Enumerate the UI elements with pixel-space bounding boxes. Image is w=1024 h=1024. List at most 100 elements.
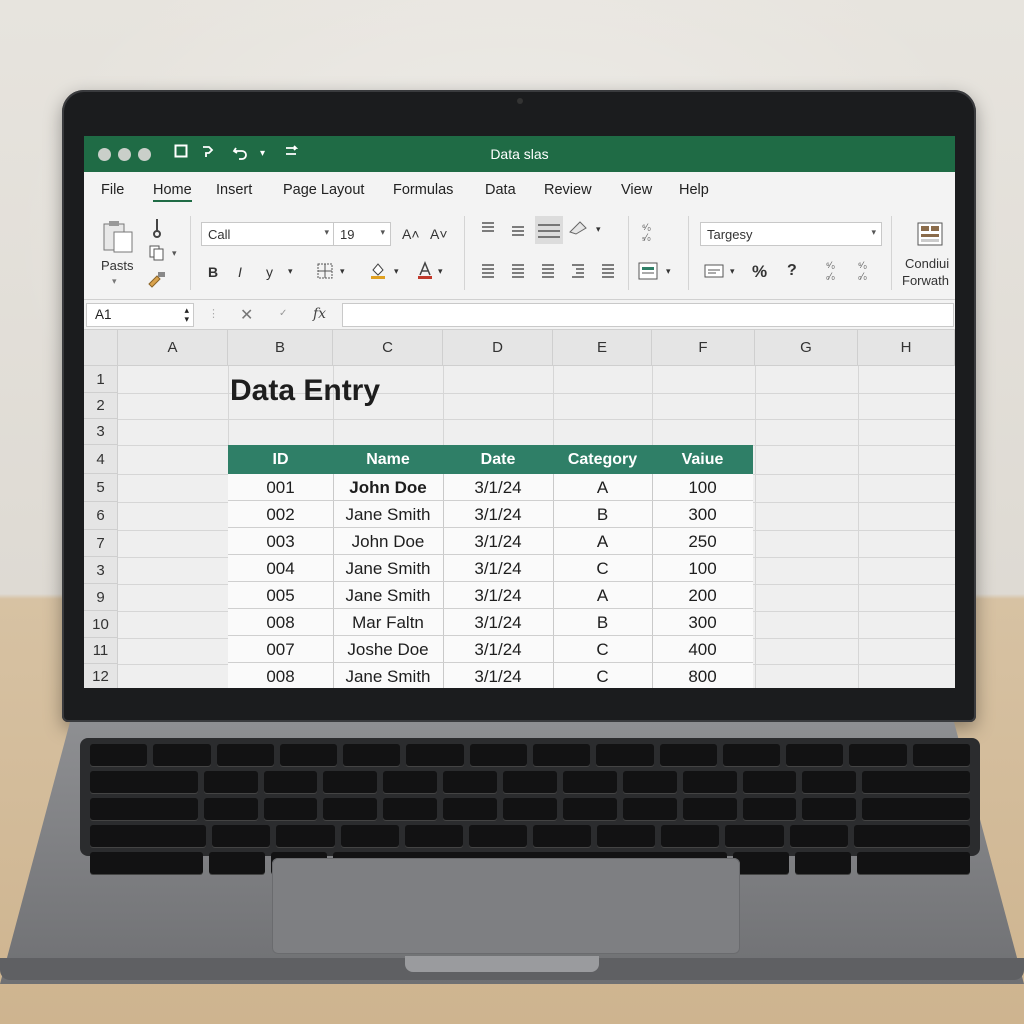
cell-date[interactable]: 3/1/24 bbox=[443, 663, 553, 688]
align-left-icon[interactable] bbox=[480, 262, 496, 281]
orientation-dropdown-icon[interactable]: ▾ bbox=[596, 224, 601, 235]
row-header-4[interactable]: 4 bbox=[84, 445, 118, 474]
keyboard-key[interactable] bbox=[722, 744, 781, 766]
cell-category[interactable]: A bbox=[553, 582, 652, 609]
comma-style-button[interactable]: ? bbox=[787, 262, 797, 280]
keyboard-key[interactable] bbox=[533, 825, 592, 847]
wrap-text-icon[interactable]: ⁶⁄₀ ₅⁄₀ bbox=[642, 222, 651, 242]
keyboard-key[interactable] bbox=[90, 825, 207, 847]
row-header-9[interactable]: 9 bbox=[84, 584, 118, 611]
keyboard-key[interactable] bbox=[682, 771, 737, 793]
tab-formulas[interactable]: Formulas bbox=[393, 182, 453, 198]
tab-help[interactable]: Help bbox=[679, 182, 709, 198]
keyboard-key[interactable] bbox=[383, 798, 438, 820]
keyboard-key[interactable] bbox=[323, 771, 378, 793]
column-header-e[interactable]: E bbox=[553, 330, 652, 366]
name-box[interactable]: A1 ▴ ▾ bbox=[86, 303, 194, 327]
cell-id[interactable]: 005 bbox=[228, 582, 333, 609]
increase-indent-icon[interactable] bbox=[600, 262, 616, 281]
cell-category[interactable]: A bbox=[553, 474, 652, 501]
keyboard-key[interactable] bbox=[596, 744, 654, 766]
keyboard-key[interactable] bbox=[725, 825, 784, 847]
paste-dropdown-icon[interactable]: ▾ bbox=[112, 276, 117, 287]
cell-id[interactable]: 008 bbox=[228, 609, 333, 636]
column-header-a[interactable]: A bbox=[118, 330, 228, 366]
cell-name[interactable]: Jane Smith bbox=[333, 555, 443, 582]
decrease-indent-icon[interactable] bbox=[570, 262, 586, 281]
keyboard-key[interactable] bbox=[468, 825, 527, 847]
cell-name[interactable]: John Doe bbox=[333, 528, 443, 555]
keyboard-key[interactable] bbox=[276, 825, 335, 847]
keyboard-key[interactable] bbox=[443, 798, 498, 820]
keyboard-key[interactable] bbox=[203, 798, 258, 820]
cell-category[interactable]: C bbox=[553, 663, 652, 688]
select-all-corner[interactable] bbox=[84, 330, 118, 366]
borders-dropdown-icon[interactable]: ▾ bbox=[340, 266, 345, 277]
keyboard-key[interactable] bbox=[802, 798, 857, 820]
cell-category[interactable]: A bbox=[553, 528, 652, 555]
keyboard-key[interactable] bbox=[279, 744, 338, 766]
keyboard-key[interactable] bbox=[443, 771, 498, 793]
formula-input[interactable] bbox=[342, 303, 954, 327]
tab-file[interactable]: File bbox=[101, 182, 124, 198]
cell-value[interactable]: 250 bbox=[652, 528, 753, 555]
keyboard-key[interactable] bbox=[742, 771, 797, 793]
column-header-d[interactable]: D bbox=[443, 330, 553, 366]
fill-color-icon[interactable] bbox=[369, 260, 387, 283]
cell-value[interactable]: 300 bbox=[652, 501, 753, 528]
column-header-b[interactable]: B bbox=[228, 330, 333, 366]
font-size-select[interactable]: 19 ▾ bbox=[333, 222, 391, 246]
table-header-value[interactable]: Vaiue bbox=[652, 445, 753, 474]
font-color-icon[interactable] bbox=[416, 260, 434, 283]
cell-value[interactable]: 100 bbox=[652, 555, 753, 582]
number-format-select[interactable]: Targesy ▾ bbox=[700, 222, 882, 246]
keyboard-key[interactable] bbox=[383, 771, 438, 793]
orientation-icon[interactable] bbox=[568, 220, 588, 239]
cell-id[interactable]: 007 bbox=[228, 636, 333, 663]
bold-button[interactable]: B bbox=[208, 264, 218, 280]
merge-dropdown-icon[interactable]: ▾ bbox=[666, 266, 671, 277]
paste-icon[interactable] bbox=[100, 218, 136, 257]
keyboard-key[interactable] bbox=[732, 852, 790, 874]
keyboard-key[interactable] bbox=[469, 744, 527, 766]
align-top-icon[interactable] bbox=[480, 220, 496, 239]
keyboard-key[interactable] bbox=[661, 825, 720, 847]
cell-date[interactable]: 3/1/24 bbox=[443, 501, 553, 528]
enter-icon[interactable]: ✓ bbox=[279, 308, 287, 319]
column-header-f[interactable]: F bbox=[652, 330, 755, 366]
keyboard-key[interactable] bbox=[340, 825, 399, 847]
cancel-icon[interactable]: ✕ bbox=[240, 305, 253, 325]
cell-id[interactable]: 002 bbox=[228, 501, 333, 528]
tab-view[interactable]: View bbox=[621, 182, 652, 198]
column-header-h[interactable]: H bbox=[858, 330, 955, 366]
keyboard-key[interactable] bbox=[90, 852, 203, 874]
shrink-font-button[interactable]: A˅ bbox=[430, 226, 448, 242]
keyboard-key[interactable] bbox=[853, 825, 970, 847]
tab-review[interactable]: Review bbox=[544, 182, 592, 198]
keyboard-key[interactable] bbox=[802, 771, 857, 793]
tab-home[interactable]: Home bbox=[153, 182, 192, 202]
keyboard-key[interactable] bbox=[203, 771, 258, 793]
cell-name[interactable]: Jane Smith bbox=[333, 663, 443, 688]
accounting-format-icon[interactable] bbox=[704, 262, 726, 283]
keyboard-key[interactable] bbox=[795, 852, 852, 874]
keyboard-key[interactable] bbox=[659, 744, 717, 766]
cell-value[interactable]: 300 bbox=[652, 609, 753, 636]
cell-category[interactable]: C bbox=[553, 555, 652, 582]
cell-id[interactable]: 004 bbox=[228, 555, 333, 582]
keyboard-key[interactable] bbox=[789, 825, 848, 847]
underline-dropdown-icon[interactable]: ▾ bbox=[288, 266, 293, 277]
keyboard-key[interactable] bbox=[263, 798, 318, 820]
cell-name[interactable]: Jane Smith bbox=[333, 501, 443, 528]
format-painter-icon[interactable] bbox=[146, 270, 168, 291]
keyboard-key[interactable] bbox=[682, 798, 737, 820]
keyboard-key[interactable] bbox=[849, 744, 907, 766]
keyboard-key[interactable] bbox=[216, 744, 274, 766]
table-header-date[interactable]: Date bbox=[443, 445, 553, 474]
keyboard-key[interactable] bbox=[786, 744, 844, 766]
row-header-5[interactable]: 5 bbox=[84, 474, 118, 502]
percent-button[interactable]: % bbox=[752, 262, 767, 282]
keyboard-key[interactable] bbox=[862, 798, 970, 820]
row-header-2[interactable]: 2 bbox=[84, 393, 118, 419]
tab-data[interactable]: Data bbox=[485, 182, 516, 198]
